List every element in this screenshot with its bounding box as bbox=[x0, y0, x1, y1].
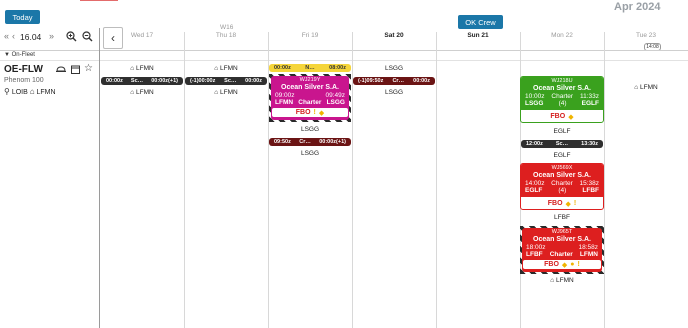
location-label: LSGG bbox=[300, 150, 320, 157]
flight-card-wj218u[interactable]: WJ218U Ocean Silver S.A. 10:00z Charter 11… bbox=[520, 76, 604, 123]
group-label: On-Fleet bbox=[11, 52, 35, 58]
fbo-indicator[interactable]: FBO ◆ ●! bbox=[523, 260, 601, 269]
top-accent-line bbox=[80, 0, 118, 1]
base-home: LFMN bbox=[36, 89, 56, 96]
fbo-indicator[interactable]: FBO ◆ bbox=[522, 112, 602, 121]
location-label: ⌂ LFMN bbox=[634, 84, 658, 91]
flight-route: LFMN Charter LSGG bbox=[275, 99, 345, 106]
flight-times: 14:00z Charter 15:38z bbox=[525, 180, 599, 187]
day-header-fri: Fri 19 bbox=[301, 32, 319, 39]
aircraft-type: Phenom 100 bbox=[4, 77, 44, 84]
day-divider bbox=[436, 32, 437, 328]
aircraft-bases: ⚲ LOIB ⌂ LFMN bbox=[4, 87, 56, 96]
base-primary: LOIB bbox=[11, 89, 28, 96]
nav-next-fast-icon[interactable]: » bbox=[49, 31, 54, 41]
crew-bar[interactable]: (-1)09:50z Cr… 00:00z bbox=[353, 77, 435, 85]
crew-bar[interactable]: 09:50z Cr… 00:00z(+1) bbox=[269, 138, 351, 146]
day-header-tue: Tue 23 bbox=[636, 32, 656, 39]
flight-route: LSGG (4) EGLF bbox=[525, 100, 599, 107]
tag-icon: ◆ bbox=[565, 200, 571, 208]
location-label: ⌂ LFMN bbox=[130, 65, 154, 72]
location-label: LFBF bbox=[554, 214, 570, 221]
flight-card-body: WJ965T Ocean Silver S.A. 18:00z 18:58z LF… bbox=[522, 228, 602, 272]
aircraft-registration[interactable]: OE-FLW bbox=[4, 64, 43, 75]
zoom-in-icon[interactable] bbox=[66, 31, 77, 42]
fbo-indicator[interactable]: FBO ◆! bbox=[522, 199, 602, 208]
day-header-sat: Sat 20 bbox=[384, 32, 404, 39]
status-dot-icon: ● bbox=[570, 261, 575, 268]
home-icon: ⌂ bbox=[29, 87, 35, 96]
location-label: LSGG bbox=[384, 89, 404, 96]
calendar-icon[interactable] bbox=[71, 65, 80, 74]
day-divider bbox=[604, 32, 605, 328]
flight-card-wj569x[interactable]: WJ569X Ocean Silver S.A. 14:00z Charter 15… bbox=[520, 163, 604, 210]
flight-route: LFBF Charter LFMN bbox=[526, 251, 598, 258]
location-label: ⌂ LFMN bbox=[550, 277, 574, 284]
note-bar[interactable]: 00:00z N… 08:00z bbox=[269, 64, 351, 72]
schedule-bar[interactable]: 12:00z Sc… 13:30z bbox=[521, 140, 603, 148]
location-label: ⌂ LFMN bbox=[214, 65, 238, 72]
resource-column-divider bbox=[99, 28, 100, 328]
tag-icon: ◆ bbox=[568, 113, 574, 121]
location-label: ⌂ LFMN bbox=[130, 89, 154, 96]
group-header-on-fleet[interactable]: ▼ On-Fleet bbox=[4, 52, 35, 58]
tag-icon: ◆ bbox=[318, 109, 325, 117]
flight-card-wj219y[interactable]: WJ219Y Ocean Silver S.A. 09:00z 09:49z LF… bbox=[269, 74, 351, 122]
location-label: LSGG bbox=[384, 65, 404, 72]
flight-card-body: WJ569X Ocean Silver S.A. 14:00z Charter 15… bbox=[521, 164, 603, 197]
nav-prev-fast-icon[interactable]: « bbox=[4, 31, 9, 41]
flight-operator: Ocean Silver S.A. bbox=[533, 85, 591, 92]
location-label: LSGG bbox=[300, 126, 320, 133]
group-divider bbox=[0, 60, 688, 61]
location-label: EGLF bbox=[553, 128, 571, 135]
schedule-bar[interactable]: (-1)00:00z Sc… 00:00z bbox=[185, 77, 267, 85]
tag-icon: ◆ bbox=[561, 261, 568, 269]
week-label: W16 bbox=[220, 24, 234, 31]
month-label: Apr 2024 bbox=[614, 1, 661, 13]
day-header-wed: Wed 17 bbox=[130, 32, 154, 39]
location-pin-icon: ⚲ bbox=[4, 87, 10, 96]
nav-prev-icon[interactable]: ‹ bbox=[12, 31, 15, 41]
flight-card-body: WJ218U Ocean Silver S.A. 10:00z Charter 11… bbox=[521, 77, 603, 110]
ok-crew-button[interactable]: OK Crew bbox=[458, 15, 503, 29]
location-label: ⌂ LFMN bbox=[214, 89, 238, 96]
today-button[interactable]: Today bbox=[5, 10, 40, 24]
day-divider bbox=[352, 32, 353, 328]
location-label: EGLF bbox=[553, 152, 571, 159]
caret-down-icon: ▼ bbox=[4, 52, 10, 58]
warning-icon: ! bbox=[573, 200, 577, 207]
flight-card-body: WJ219Y Ocean Silver S.A. 09:00z 09:49z LF… bbox=[271, 76, 349, 120]
day-divider bbox=[184, 32, 185, 328]
flight-route: EGLF (4) LFBF bbox=[525, 187, 599, 194]
flight-operator: Ocean Silver S.A. bbox=[533, 236, 591, 243]
day-header-thu: Thu 18 bbox=[215, 32, 237, 39]
day-header-mon: Mon 22 bbox=[551, 32, 573, 39]
zoom-out-icon[interactable] bbox=[82, 31, 93, 42]
day-header-sun: Sun 21 bbox=[467, 32, 489, 39]
warning-icon: ! bbox=[577, 261, 580, 268]
warning-icon: ! bbox=[313, 109, 316, 116]
flight-times: 09:00z 09:49z bbox=[275, 92, 345, 99]
flight-times: 18:00z 18:58z bbox=[526, 244, 598, 251]
star-icon[interactable]: ☆ bbox=[84, 63, 93, 74]
header-divider bbox=[0, 50, 688, 51]
flight-operator: Ocean Silver S.A. bbox=[281, 84, 339, 91]
flight-times: 10:00z Charter 11:33z bbox=[525, 93, 599, 100]
schedule-bar[interactable]: 00:00z Sc… 00:00z(+1) bbox=[101, 77, 183, 85]
fbo-indicator[interactable]: FBO! ◆ bbox=[272, 108, 348, 117]
aircraft-icon[interactable] bbox=[56, 66, 66, 74]
flight-operator: Ocean Silver S.A. bbox=[533, 172, 591, 179]
flight-card-wj965t[interactable]: WJ965T Ocean Silver S.A. 18:00z 18:58z LF… bbox=[520, 226, 604, 274]
date-input[interactable]: 16.04 bbox=[20, 32, 41, 42]
